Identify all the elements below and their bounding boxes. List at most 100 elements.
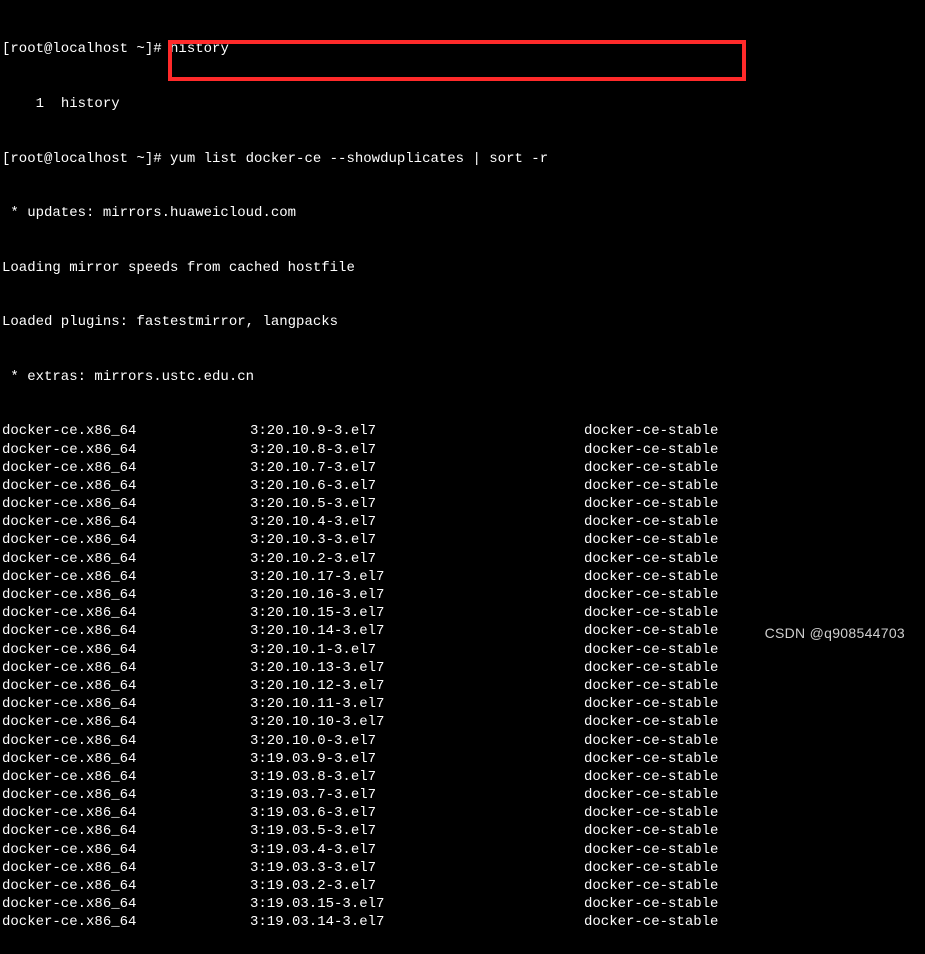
package-repo: docker-ce-stable	[584, 641, 718, 659]
package-version: 3:19.03.2-3.el7	[250, 877, 584, 895]
package-name: docker-ce.x86_64	[2, 604, 250, 622]
package-version: 3:20.10.3-3.el7	[250, 531, 584, 549]
package-version: 3:20.10.1-3.el7	[250, 641, 584, 659]
package-name: docker-ce.x86_64	[2, 750, 250, 768]
package-version: 3:20.10.4-3.el7	[250, 513, 584, 531]
package-name: docker-ce.x86_64	[2, 568, 250, 586]
package-name: docker-ce.x86_64	[2, 732, 250, 750]
package-repo: docker-ce-stable	[584, 513, 718, 531]
package-repo: docker-ce-stable	[584, 604, 718, 622]
package-row: docker-ce.x86_643:20.10.4-3.el7docker-ce…	[2, 513, 923, 531]
package-repo: docker-ce-stable	[584, 895, 718, 913]
mirror-extras-line: * extras: mirrors.ustc.edu.cn	[2, 368, 923, 386]
package-version: 3:20.10.8-3.el7	[250, 441, 584, 459]
package-row: docker-ce.x86_643:20.10.6-3.el7docker-ce…	[2, 477, 923, 495]
package-version: 3:20.10.7-3.el7	[250, 459, 584, 477]
package-repo: docker-ce-stable	[584, 713, 718, 731]
package-row: docker-ce.x86_643:19.03.8-3.el7docker-ce…	[2, 768, 923, 786]
package-repo: docker-ce-stable	[584, 877, 718, 895]
package-name: docker-ce.x86_64	[2, 913, 250, 931]
package-name: docker-ce.x86_64	[2, 513, 250, 531]
package-row: docker-ce.x86_643:19.03.5-3.el7docker-ce…	[2, 822, 923, 840]
prompt: [root@localhost ~]#	[2, 41, 170, 57]
package-row: docker-ce.x86_643:20.10.13-3.el7docker-c…	[2, 659, 923, 677]
package-repo: docker-ce-stable	[584, 441, 718, 459]
package-repo: docker-ce-stable	[584, 786, 718, 804]
package-row: docker-ce.x86_643:19.03.2-3.el7docker-ce…	[2, 877, 923, 895]
package-name: docker-ce.x86_64	[2, 531, 250, 549]
package-row: docker-ce.x86_643:19.03.15-3.el7docker-c…	[2, 895, 923, 913]
command-text: history	[170, 41, 229, 57]
package-name: docker-ce.x86_64	[2, 859, 250, 877]
package-version: 3:19.03.9-3.el7	[250, 750, 584, 768]
package-row: docker-ce.x86_643:20.10.15-3.el7docker-c…	[2, 604, 923, 622]
package-row: docker-ce.x86_643:20.10.0-3.el7docker-ce…	[2, 732, 923, 750]
package-repo: docker-ce-stable	[584, 677, 718, 695]
package-repo: docker-ce-stable	[584, 659, 718, 677]
plugins-line: Loaded plugins: fastestmirror, langpacks	[2, 313, 923, 331]
package-repo: docker-ce-stable	[584, 531, 718, 549]
package-version: 3:20.10.16-3.el7	[250, 586, 584, 604]
package-version: 3:19.03.14-3.el7	[250, 913, 584, 931]
package-name: docker-ce.x86_64	[2, 841, 250, 859]
history-command: history	[61, 96, 120, 112]
package-name: docker-ce.x86_64	[2, 677, 250, 695]
package-repo: docker-ce-stable	[584, 841, 718, 859]
package-name: docker-ce.x86_64	[2, 495, 250, 513]
package-name: docker-ce.x86_64	[2, 695, 250, 713]
package-row: docker-ce.x86_643:20.10.12-3.el7docker-c…	[2, 677, 923, 695]
prompt-line-2: [root@localhost ~]# yum list docker-ce -…	[2, 150, 923, 168]
package-version: 3:19.03.15-3.el7	[250, 895, 584, 913]
package-repo: docker-ce-stable	[584, 550, 718, 568]
package-name: docker-ce.x86_64	[2, 786, 250, 804]
package-row: docker-ce.x86_643:20.10.10-3.el7docker-c…	[2, 713, 923, 731]
package-version: 3:19.03.3-3.el7	[250, 859, 584, 877]
package-row: docker-ce.x86_643:19.03.3-3.el7docker-ce…	[2, 859, 923, 877]
package-repo: docker-ce-stable	[584, 913, 718, 931]
package-version: 3:20.10.5-3.el7	[250, 495, 584, 513]
package-row: docker-ce.x86_643:20.10.3-3.el7docker-ce…	[2, 531, 923, 549]
package-row: docker-ce.x86_643:20.10.1-3.el7docker-ce…	[2, 641, 923, 659]
package-row: docker-ce.x86_643:19.03.6-3.el7docker-ce…	[2, 804, 923, 822]
package-version: 3:19.03.8-3.el7	[250, 768, 584, 786]
package-row: docker-ce.x86_643:20.10.16-3.el7docker-c…	[2, 586, 923, 604]
package-version: 3:20.10.9-3.el7	[250, 422, 584, 440]
package-row: docker-ce.x86_643:20.10.5-3.el7docker-ce…	[2, 495, 923, 513]
package-name: docker-ce.x86_64	[2, 713, 250, 731]
history-entry: 1 history	[2, 95, 923, 113]
prompt-line-1: [root@localhost ~]# history	[2, 40, 923, 58]
package-repo: docker-ce-stable	[584, 622, 718, 640]
package-name: docker-ce.x86_64	[2, 622, 250, 640]
package-version: 3:20.10.13-3.el7	[250, 659, 584, 677]
command-text: yum list docker-ce --showduplicates | so…	[170, 151, 548, 167]
package-version: 3:20.10.17-3.el7	[250, 568, 584, 586]
package-name: docker-ce.x86_64	[2, 895, 250, 913]
package-version: 3:20.10.6-3.el7	[250, 477, 584, 495]
package-version: 3:20.10.11-3.el7	[250, 695, 584, 713]
package-repo: docker-ce-stable	[584, 695, 718, 713]
package-version: 3:19.03.4-3.el7	[250, 841, 584, 859]
package-name: docker-ce.x86_64	[2, 877, 250, 895]
history-number: 1	[2, 96, 61, 112]
mirror-updates-line: * updates: mirrors.huaweicloud.com	[2, 204, 923, 222]
package-name: docker-ce.x86_64	[2, 822, 250, 840]
package-name: docker-ce.x86_64	[2, 550, 250, 568]
package-row: docker-ce.x86_643:19.03.9-3.el7docker-ce…	[2, 750, 923, 768]
package-name: docker-ce.x86_64	[2, 459, 250, 477]
package-row: docker-ce.x86_643:20.10.2-3.el7docker-ce…	[2, 550, 923, 568]
package-row: docker-ce.x86_643:20.10.17-3.el7docker-c…	[2, 568, 923, 586]
package-repo: docker-ce-stable	[584, 568, 718, 586]
package-name: docker-ce.x86_64	[2, 641, 250, 659]
package-row: docker-ce.x86_643:19.03.14-3.el7docker-c…	[2, 913, 923, 931]
package-name: docker-ce.x86_64	[2, 659, 250, 677]
package-version: 3:19.03.7-3.el7	[250, 786, 584, 804]
prompt: [root@localhost ~]#	[2, 151, 170, 167]
package-list: docker-ce.x86_643:20.10.9-3.el7docker-ce…	[2, 422, 923, 931]
package-row: docker-ce.x86_643:19.03.7-3.el7docker-ce…	[2, 786, 923, 804]
package-repo: docker-ce-stable	[584, 768, 718, 786]
package-version: 3:19.03.6-3.el7	[250, 804, 584, 822]
package-row: docker-ce.x86_643:20.10.7-3.el7docker-ce…	[2, 459, 923, 477]
terminal-output: [root@localhost ~]# history 1 history [r…	[0, 0, 925, 954]
package-repo: docker-ce-stable	[584, 822, 718, 840]
package-repo: docker-ce-stable	[584, 804, 718, 822]
